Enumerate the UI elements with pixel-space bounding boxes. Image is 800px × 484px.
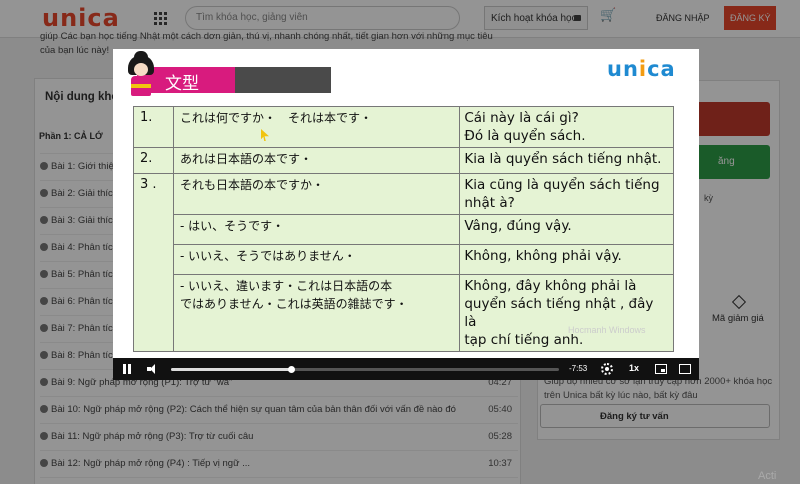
vietnamese-translation: Không, đây không phải là quyển sách tiếng… [459, 274, 674, 352]
vietnamese-line: Đó là quyển sách. [464, 128, 586, 144]
row-number: 3 . [133, 173, 174, 215]
grammar-row: 2. あれは日本語の本です・ Kia là quyển sách tiếng nhậ… [133, 147, 674, 174]
picture-in-picture-icon[interactable] [655, 364, 667, 374]
vietnamese-line: Không, đây không phải là [464, 278, 637, 294]
japanese-line: これは何ですか・ それは本です・ [179, 111, 372, 125]
slide-logo-part: ca [647, 57, 676, 81]
progress-fill [171, 368, 292, 371]
vietnamese-translation: Cái này là cái gì? Đó là quyển sách. [459, 106, 674, 148]
row-number [133, 274, 174, 352]
row-number: 2. [133, 147, 174, 174]
vietnamese-translation: Không, không phải vậy. [459, 244, 674, 275]
japanese-line: あれは日本語の本です・ [179, 152, 312, 166]
pause-icon[interactable] [123, 364, 131, 374]
japanese-line: - いいえ、違います・これは日本語の本 [179, 279, 393, 293]
japanese-sentence: それも日本語の本ですか・ [172, 173, 461, 215]
vietnamese-translation: Kia là quyển sách tiếng nhật. [459, 147, 674, 174]
progress-bar[interactable] [171, 366, 559, 373]
slide-title-bar [235, 67, 331, 93]
vietnamese-line: Kia là quyển sách tiếng nhật. [464, 151, 662, 167]
japanese-sentence: - はい、そうです・ [172, 214, 461, 245]
video-frame: 文型 unica 1. これは何ですか・ それは本です・ Cái này là cá… [113, 49, 699, 358]
grammar-row: - いいえ、違います・これは日本語の本 ではありません・これは英語の雑誌です・ Kh… [133, 274, 674, 352]
grammar-table: 1. これは何ですか・ それは本です・ Cái này là cái gì? Đó l… [133, 106, 674, 352]
vietnamese-line: Vâng, đúng vậy. [464, 218, 572, 234]
vietnamese-line: Kia cũng là quyển sách tiếng [464, 177, 660, 193]
japanese-sentence: これは何ですか・ それは本です・ [172, 106, 461, 148]
vietnamese-translation: Vâng, đúng vậy. [459, 214, 674, 245]
japanese-sentence: - いいえ、違います・これは日本語の本ではありません・これは英語の雑誌です・ [172, 274, 461, 352]
japanese-line: - いいえ、そうではありません・ [179, 249, 356, 263]
kokeshi-doll-icon [128, 51, 154, 96]
japanese-line: - はい、そうです・ [179, 219, 285, 233]
japanese-sentence: あれは日本語の本です・ [172, 147, 461, 174]
japanese-line: ではありません・これは英語の雑誌です・ [179, 297, 408, 311]
row-number [133, 214, 174, 245]
playback-speed-button[interactable]: 1x [629, 363, 639, 373]
japanese-line: それも日本語の本ですか・ [179, 178, 324, 192]
slide-logo: unica [607, 57, 676, 81]
grammar-row: 1. これは何ですか・ それは本です・ Cái này là cái gì? Đó l… [133, 106, 674, 148]
video-watermark: Hocmanh Windows [568, 325, 646, 335]
row-number: 1. [133, 106, 174, 148]
time-remaining: -7:53 [569, 364, 588, 373]
grammar-row: 3 . それも日本語の本ですか・ Kia cũng là quyển sách ti… [133, 173, 674, 215]
fullscreen-icon[interactable] [679, 364, 691, 374]
row-number [133, 244, 174, 275]
vietnamese-line: nhật à? [464, 195, 515, 211]
grammar-row: - いいえ、そうではありません・ Không, không phải vậy. [133, 244, 674, 275]
slide-logo-accent: i [638, 57, 648, 81]
video-player[interactable]: 文型 unica 1. これは何ですか・ それは本です・ Cái này là cá… [113, 49, 699, 380]
progress-handle[interactable] [288, 366, 296, 373]
volume-icon[interactable] [147, 364, 157, 374]
settings-gear-icon[interactable] [601, 363, 613, 375]
grammar-row: - はい、そうです・ Vâng, đúng vậy. [133, 214, 674, 245]
vietnamese-line: Không, không phải vậy. [464, 248, 622, 264]
slide-logo-part: un [607, 57, 639, 81]
vietnamese-line: Cái này là cái gì? [464, 110, 579, 126]
japanese-sentence: - いいえ、そうではありません・ [172, 244, 461, 275]
vietnamese-translation: Kia cũng là quyển sách tiếng nhật à? [459, 173, 674, 215]
os-activation-watermark: Acti [758, 470, 777, 482]
player-controls: -7:53 1x [113, 358, 699, 380]
